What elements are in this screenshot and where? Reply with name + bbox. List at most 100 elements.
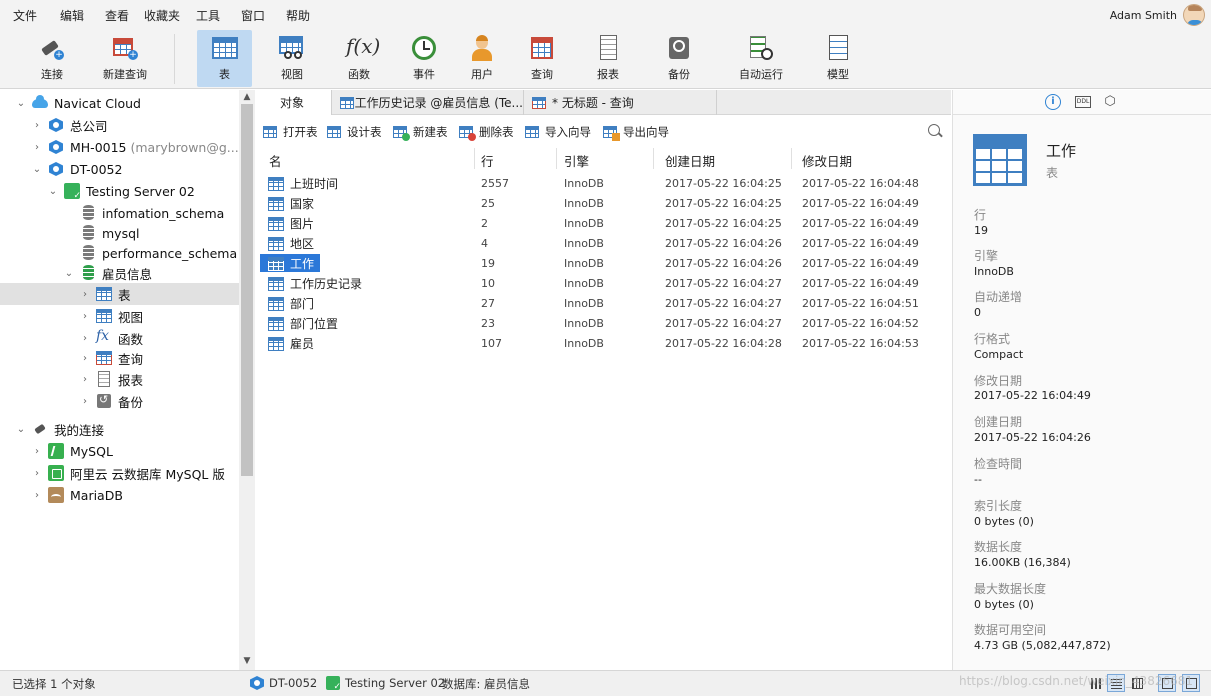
- table-row[interactable]: 工作历史记录 10 InnoDB 2017-05-22 16:04:27 201…: [256, 273, 951, 293]
- tree-company[interactable]: › 总公司: [0, 114, 239, 136]
- chevron-down-icon[interactable]: ⌄: [16, 98, 26, 109]
- object-toolbar: 打开表 设计表 新建表 删除表 导入向导 导出向导: [256, 118, 951, 146]
- chevron-right-icon[interactable]: ›: [80, 311, 90, 322]
- column-header-rows[interactable]: 行: [481, 151, 494, 170]
- chevron-right-icon[interactable]: ›: [80, 353, 90, 364]
- table-name-cell[interactable]: 地区: [260, 234, 320, 252]
- menu-edit[interactable]: 编辑: [60, 7, 84, 24]
- menu-file[interactable]: 文件: [13, 7, 37, 24]
- scroll-up-icon[interactable]: ▲: [239, 92, 255, 104]
- delete-table-button[interactable]: 删除表: [459, 124, 514, 141]
- chevron-right-icon[interactable]: ›: [32, 120, 42, 131]
- chevron-down-icon[interactable]: ⌄: [48, 186, 58, 197]
- report-button[interactable]: 报表: [582, 30, 634, 87]
- column-divider[interactable]: [474, 148, 475, 169]
- table-button[interactable]: 表: [197, 30, 252, 87]
- event-button[interactable]: 事件: [398, 30, 450, 87]
- query-button[interactable]: 查询: [516, 30, 568, 87]
- table-name-cell[interactable]: 工作: [260, 254, 321, 272]
- new-query-button[interactable]: + 新建查询: [96, 30, 154, 87]
- tree-obj-backups[interactable]: › 备份: [0, 390, 239, 412]
- automation-button[interactable]: 自动运行: [735, 30, 787, 87]
- column-header-modified[interactable]: 修改日期: [802, 151, 852, 170]
- connect-button[interactable]: + 连接: [24, 30, 80, 87]
- table-name-cell[interactable]: 国家: [260, 194, 320, 212]
- menu-favorites[interactable]: 收藏夹: [144, 7, 180, 24]
- open-table-button[interactable]: 打开表: [263, 124, 318, 140]
- ddl-icon[interactable]: DDL: [1075, 96, 1091, 108]
- design-table-button[interactable]: 设计表: [327, 124, 382, 140]
- table-name-cell[interactable]: 部门: [260, 294, 320, 312]
- user-button[interactable]: 用户: [456, 30, 508, 87]
- chevron-right-icon[interactable]: ›: [32, 446, 42, 457]
- tree-testing-server[interactable]: ⌄ Testing Server 02: [0, 180, 239, 202]
- table-row[interactable]: 部门位置 23 InnoDB 2017-05-22 16:04:27 2017-…: [256, 313, 951, 333]
- tree-conn-mariadb[interactable]: › MariaDB: [0, 484, 239, 506]
- table-name-cell[interactable]: 上班时间: [260, 174, 344, 192]
- table-name-cell[interactable]: 工作历史记录: [260, 274, 368, 292]
- tree-conn-mysql[interactable]: › MySQL: [0, 440, 239, 462]
- column-header-engine[interactable]: 引擎: [564, 151, 589, 170]
- menu-view[interactable]: 查看: [105, 7, 129, 24]
- chevron-down-icon[interactable]: ⌄: [64, 268, 74, 279]
- menu-window[interactable]: 窗口: [241, 7, 265, 24]
- tree-mh-0015[interactable]: › MH-0015 (marybrown@g...: [0, 136, 239, 158]
- table-row[interactable]: 地区 4 InnoDB 2017-05-22 16:04:26 2017-05-…: [256, 233, 951, 253]
- model-button[interactable]: 模型: [812, 30, 864, 87]
- column-divider[interactable]: [791, 148, 792, 169]
- chevron-right-icon[interactable]: ›: [32, 142, 42, 153]
- menu-help[interactable]: 帮助: [286, 7, 310, 24]
- tab-untitled-query[interactable]: * 无标题 - 查询: [524, 90, 717, 115]
- column-header-name[interactable]: 名: [269, 151, 282, 170]
- scroll-down-icon[interactable]: ▼: [239, 656, 255, 668]
- info-icon[interactable]: i: [1045, 94, 1061, 110]
- import-wizard-button[interactable]: 导入向导: [525, 124, 591, 140]
- function-button[interactable]: f(x) 函数: [333, 30, 385, 87]
- table-name-cell[interactable]: 部门位置: [260, 314, 344, 332]
- table-name-cell[interactable]: 雇员: [260, 334, 320, 352]
- chevron-right-icon[interactable]: ›: [80, 396, 90, 407]
- tree-my-connections[interactable]: ⌄ 我的连接: [0, 418, 239, 440]
- table-row[interactable]: 部门 27 InnoDB 2017-05-22 16:04:27 2017-05…: [256, 293, 951, 313]
- user-account[interactable]: Adam Smith: [1110, 3, 1205, 27]
- chevron-right-icon[interactable]: ›: [80, 333, 90, 344]
- tab-objects[interactable]: 对象: [256, 90, 332, 115]
- tree-obj-reports[interactable]: › 报表: [0, 368, 239, 390]
- sidebar-scrollbar[interactable]: ▲ ▼: [239, 90, 255, 670]
- column-header-created[interactable]: 创建日期: [665, 151, 715, 170]
- new-table-button[interactable]: 新建表: [393, 124, 448, 141]
- tree-obj-queries[interactable]: › 查询: [0, 347, 239, 369]
- tree-obj-functions[interactable]: › fx 函数: [0, 327, 239, 349]
- scrollbar-thumb[interactable]: [241, 104, 253, 476]
- chevron-right-icon[interactable]: ›: [80, 289, 90, 300]
- backup-button[interactable]: 备份: [653, 30, 705, 87]
- search-icon[interactable]: [928, 124, 943, 138]
- view-button[interactable]: 视图: [266, 30, 318, 87]
- chevron-down-icon[interactable]: ⌄: [16, 424, 26, 435]
- table-row[interactable]: 图片 2 InnoDB 2017-05-22 16:04:25 2017-05-…: [256, 213, 951, 233]
- menu-tools[interactable]: 工具: [196, 7, 220, 24]
- tree-obj-views[interactable]: › 视图: [0, 305, 239, 327]
- tree-db-information-schema[interactable]: infomation_schema: [0, 202, 239, 224]
- tree-conn-aliyun[interactable]: › 阿里云 云数据库 MySQL 版: [0, 462, 239, 484]
- table-row-selected[interactable]: 工作 19 InnoDB 2017-05-22 16:04:26 2017-05…: [256, 253, 951, 273]
- chevron-down-icon[interactable]: ⌄: [32, 164, 42, 175]
- tree-db-performance-schema[interactable]: performance_schema: [0, 242, 239, 264]
- table-row[interactable]: 雇员 107 InnoDB 2017-05-22 16:04:28 2017-0…: [256, 333, 951, 353]
- column-divider[interactable]: [556, 148, 557, 169]
- tree-dt-0052[interactable]: ⌄ DT-0052: [0, 158, 239, 180]
- tree-db-mysql[interactable]: mysql: [0, 222, 239, 244]
- column-divider[interactable]: [653, 148, 654, 169]
- chevron-right-icon[interactable]: ›: [80, 374, 90, 385]
- tree-db-employees[interactable]: ⌄ 雇员信息: [0, 262, 239, 284]
- chevron-right-icon[interactable]: ›: [32, 468, 42, 479]
- table-row[interactable]: 上班时间 2557 InnoDB 2017-05-22 16:04:25 201…: [256, 173, 951, 193]
- export-wizard-button[interactable]: 导出向导: [603, 124, 669, 141]
- chevron-right-icon[interactable]: ›: [32, 490, 42, 501]
- hexagon-settings-icon[interactable]: ⬡: [1102, 94, 1118, 110]
- table-name-cell[interactable]: 图片: [260, 214, 320, 232]
- tree-navicat-cloud[interactable]: ⌄ Navicat Cloud: [0, 92, 239, 114]
- table-row[interactable]: 国家 25 InnoDB 2017-05-22 16:04:25 2017-05…: [256, 193, 951, 213]
- tab-job-history[interactable]: 工作历史记录 @雇员信息 (Te...: [332, 90, 524, 115]
- tree-obj-tables[interactable]: › 表: [0, 283, 239, 305]
